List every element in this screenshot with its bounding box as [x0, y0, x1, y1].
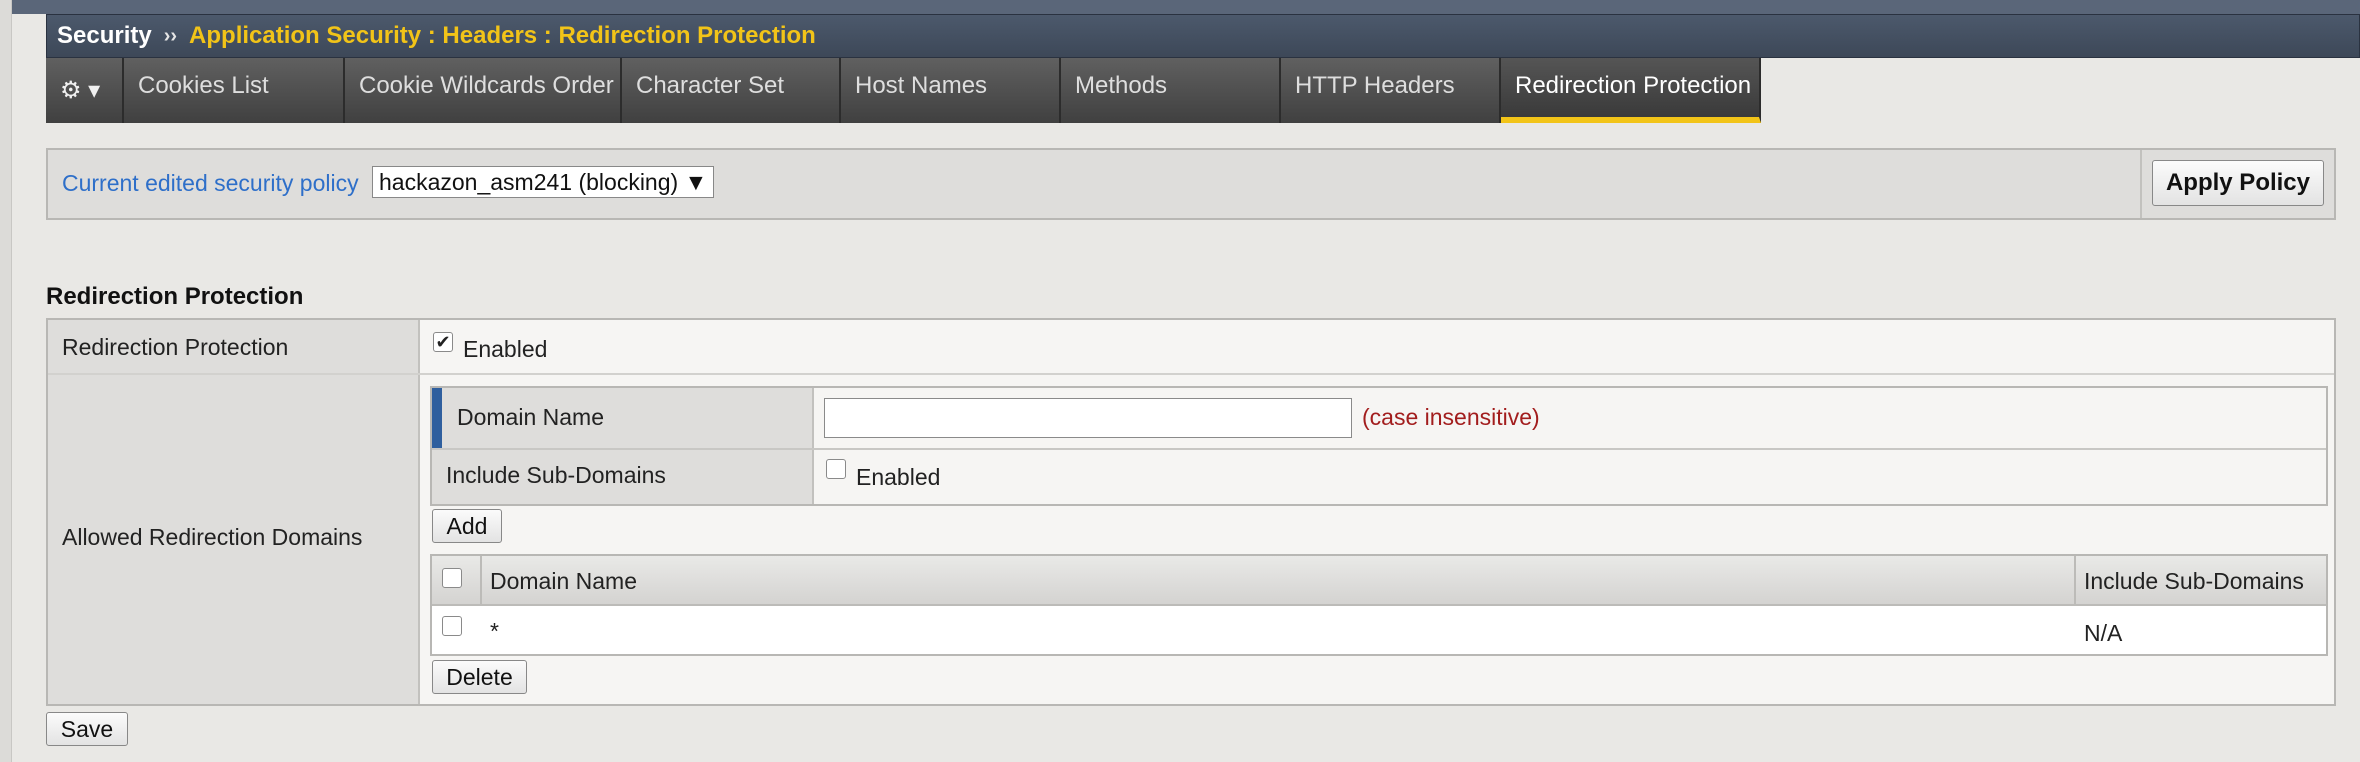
redirection-protection-label: Redirection Protection	[62, 334, 289, 360]
save-button[interactable]: Save	[46, 712, 128, 746]
include-subdomains-checkbox[interactable]	[826, 459, 846, 479]
tab-cookies-list[interactable]: Cookies List	[124, 58, 345, 123]
case-insensitive-note: (case insensitive)	[1362, 404, 1540, 430]
add-domain-table: Domain Name (case insensitive) Include S…	[430, 386, 2328, 506]
row-domain-name[interactable]: *	[490, 618, 499, 645]
include-subdomains-label: Include Sub-Domains	[446, 462, 666, 488]
section-title: Redirection Protection	[46, 283, 304, 310]
breadcrumb: Security ›› Application Security : Heade…	[46, 14, 2360, 58]
label-column	[48, 320, 420, 704]
row-include-subdomains: N/A	[2084, 620, 2123, 646]
breadcrumb-root[interactable]: Security	[57, 22, 152, 50]
tab-label: HTTP Headers	[1295, 72, 1455, 99]
row-divider	[432, 448, 2326, 450]
tab-label: Character Set	[636, 72, 785, 99]
tab-redirection-protection[interactable]: Redirection Protection	[1501, 58, 1761, 123]
domain-name-input[interactable]	[824, 398, 1352, 438]
redirection-enabled-text: Enabled	[463, 336, 548, 362]
row-select-checkbox[interactable]	[442, 616, 462, 636]
apply-policy-button[interactable]: Apply Policy	[2152, 160, 2324, 206]
add-button[interactable]: Add	[432, 509, 502, 543]
redirection-enabled-checkbox[interactable]: ✔	[433, 332, 453, 352]
apply-policy-cell: Apply Policy	[2140, 150, 2334, 218]
left-nav-strip	[0, 0, 12, 762]
domain-name-column-header[interactable]: Domain Name	[490, 568, 637, 595]
include-subdomains-column-header[interactable]: Include Sub-Domains	[2084, 568, 2304, 595]
gear-menu-button[interactable]: ⚙ ▾	[46, 58, 124, 123]
required-marker	[432, 388, 442, 448]
breadcrumb-separator: ››	[163, 24, 178, 47]
allowed-domains-label: Allowed Redirection Domains	[62, 524, 363, 550]
tab-label: Methods	[1075, 72, 1168, 99]
tab-host-names[interactable]: Host Names	[841, 58, 1061, 123]
tab-methods[interactable]: Methods	[1061, 58, 1281, 123]
delete-button[interactable]: Delete	[432, 660, 527, 694]
tab-label: Host Names	[855, 72, 988, 99]
tab-label: Cookie Wildcards Order	[359, 72, 614, 99]
domain-name-label: Domain Name	[457, 404, 604, 430]
include-subdomains-enabled-text: Enabled	[856, 464, 941, 490]
column-divider	[2074, 556, 2076, 606]
select-all-checkbox[interactable]	[442, 568, 462, 588]
top-band	[0, 0, 2360, 14]
breadcrumb-path: Application Security : Headers : Redirec…	[189, 22, 816, 49]
tab-label: Redirection Protection	[1515, 72, 1752, 99]
policy-label-link[interactable]: Current edited security policy	[62, 170, 359, 197]
redirection-properties-table: Redirection Protection ✔ Enabled Allowed…	[46, 318, 2336, 706]
tab-bar: ⚙ ▾ Cookies List Cookie Wildcards Order …	[46, 58, 1761, 123]
domain-list-table: Domain Name Include Sub-Domains * N/A	[430, 554, 2328, 656]
tab-http-headers[interactable]: HTTP Headers	[1281, 58, 1501, 123]
tab-cookie-wildcards-order[interactable]: Cookie Wildcards Order	[345, 58, 622, 123]
row-divider	[48, 373, 2334, 375]
policy-select[interactable]: hackazon_asm241 (blocking) ▼	[372, 166, 715, 198]
tab-character-set[interactable]: Character Set	[622, 58, 841, 123]
tab-label: Cookies List	[138, 72, 269, 99]
policy-bar: Current edited security policy hackazon_…	[46, 148, 2336, 220]
gear-icon: ⚙ ▾	[60, 77, 101, 104]
column-divider	[480, 556, 482, 606]
list-header: Domain Name Include Sub-Domains	[432, 556, 2326, 606]
